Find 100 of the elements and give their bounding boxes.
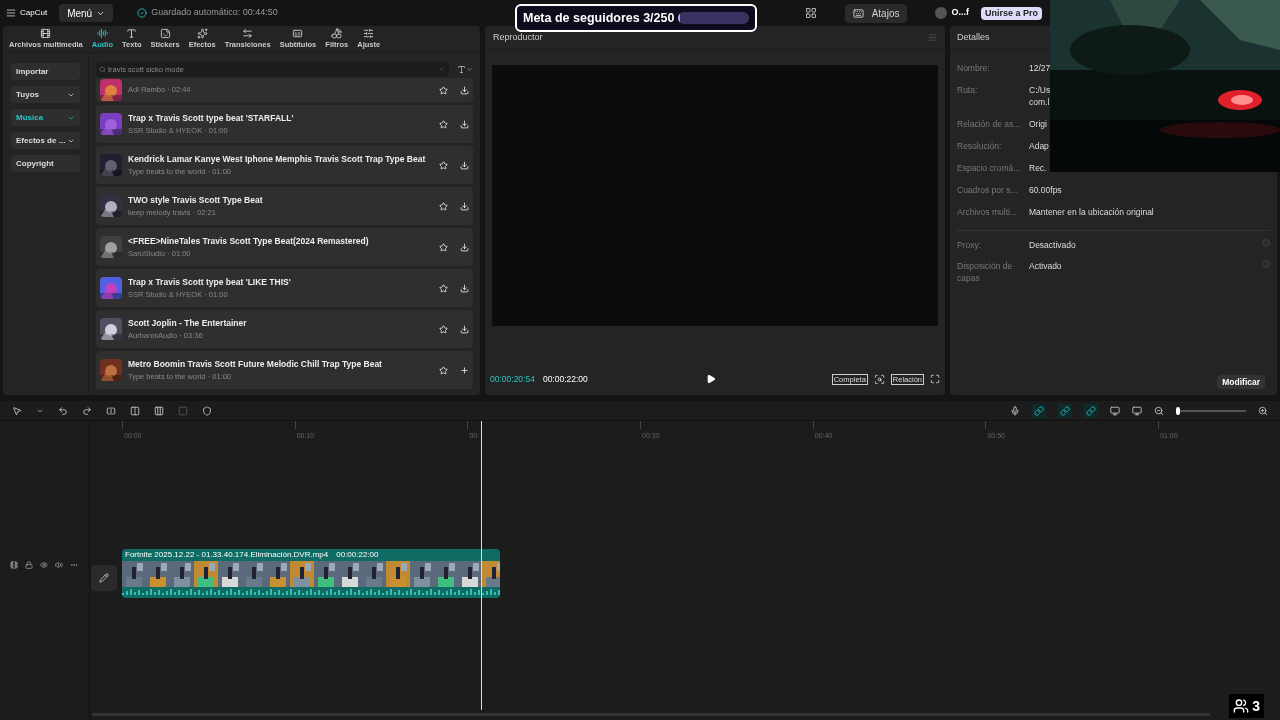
current-time: 00:00:20:54: [490, 372, 535, 386]
menu-button[interactable]: Menú: [59, 4, 114, 22]
tab-icon: [40, 27, 52, 39]
video-clip[interactable]: Fortnite 2025.12.22 - 01.33.40.174.Eliminación.DVR.mp4 00:00:22:00: [122, 549, 500, 598]
song-title: Scott Joplin - The Entertainer: [128, 317, 248, 330]
detail-value: com.l: [1029, 96, 1051, 108]
text-size-button[interactable]: [457, 65, 473, 74]
shield-icon[interactable]: [202, 405, 212, 416]
download-icon[interactable]: [460, 85, 469, 95]
favorite-icon[interactable]: [439, 201, 448, 211]
favorite-icon[interactable]: [439, 365, 448, 375]
song-title: Metro Boomin Travis Scott Future Melodic Chill Trap Type Beat: [128, 358, 383, 371]
zoom-out-icon[interactable]: [1154, 405, 1164, 416]
avatar-icon: [935, 7, 948, 19]
category-item[interactable]: Importar: [11, 63, 80, 80]
tab-icon: [242, 27, 254, 39]
favorite-icon[interactable]: [439, 119, 448, 129]
layout-icon[interactable]: [804, 7, 817, 19]
tab-icon: [96, 27, 108, 39]
detail-value: Desactivado: [1029, 239, 1077, 252]
split-icon[interactable]: [106, 405, 116, 416]
keyboard-icon: [852, 7, 864, 19]
add-icon[interactable]: [460, 365, 469, 375]
link-icon[interactable]: [1032, 403, 1046, 418]
trim-right-icon[interactable]: [154, 405, 164, 416]
detail-label: Archivos multi...: [957, 206, 1018, 218]
check-icon: [137, 8, 148, 18]
download-icon[interactable]: [460, 324, 469, 334]
modify-button[interactable]: Modificar: [1217, 375, 1265, 389]
microphone-icon[interactable]: [1010, 405, 1020, 416]
detail-value: Origi: [1029, 118, 1047, 130]
song-title: Kendrick Lamar Kanye West Iphone Memphis Travis Scott Trap Type Beat: [128, 153, 427, 166]
total-time: 00:00:22:00: [542, 372, 588, 386]
link-icon[interactable]: [1058, 403, 1072, 418]
favorite-icon[interactable]: [439, 242, 448, 252]
zoom-icon[interactable]: [873, 373, 885, 385]
song-title: Trap x Travis Scott type beat 'STARFALL': [128, 112, 295, 125]
favorite-icon[interactable]: [439, 160, 448, 170]
cover-icon[interactable]: [10, 561, 18, 569]
more-icon[interactable]: [70, 561, 78, 569]
category-item[interactable]: Efectos de ...: [11, 132, 80, 149]
lock-icon[interactable]: [25, 561, 33, 569]
clip-duration: 00:00:22:00: [336, 549, 379, 561]
song-title: TWO style Travis Scott Type Beat: [128, 194, 264, 207]
detail-label: Nombre:: [957, 62, 991, 74]
screen-icon[interactable]: [1132, 405, 1142, 416]
favorite-icon[interactable]: [439, 324, 448, 334]
zoom-slider-thumb[interactable]: [1176, 406, 1181, 415]
download-icon[interactable]: [460, 283, 469, 293]
tab-icon: [196, 27, 208, 39]
detail-label: Proxy:: [957, 239, 983, 252]
volume-icon[interactable]: [55, 561, 63, 569]
detail-value: Mantener en la ubicación original: [1029, 206, 1154, 218]
detail-label: Resolución:: [957, 140, 1003, 152]
favorite-icon[interactable]: [439, 283, 448, 293]
undo-icon[interactable]: [58, 405, 68, 416]
link-icon[interactable]: [1084, 403, 1098, 418]
chevron-icon: [466, 66, 473, 73]
category-item[interactable]: Tuyos: [11, 86, 80, 103]
edit-cover-button[interactable]: [91, 565, 117, 591]
detail-value: 12/27: [1029, 62, 1051, 74]
autosave-status: Guardado automático: 00:44:50: [151, 6, 278, 20]
trim-left-icon[interactable]: [130, 405, 140, 416]
users-icon: [1233, 698, 1250, 714]
eye-icon[interactable]: [40, 561, 48, 569]
zoom-in-icon[interactable]: [1258, 405, 1268, 416]
download-icon[interactable]: [460, 160, 469, 170]
panel-title: Reproductor: [493, 30, 543, 44]
clip-name: Fortnite 2025.12.22 - 01.33.40.174.Eliminación.DVR.mp4: [125, 549, 329, 561]
detail-label: Disposición de capas: [957, 259, 1014, 284]
category-item[interactable]: Música: [11, 109, 80, 126]
panel-title: Detalles: [957, 30, 990, 44]
download-icon[interactable]: [460, 119, 469, 129]
detail-value: Rec.: [1029, 162, 1047, 174]
detail-value: 60.00fps: [1029, 184, 1062, 196]
detail-value: Adap: [1029, 140, 1049, 152]
pro-button[interactable]: Unirse a Pro: [980, 6, 1042, 20]
tab-icon: [292, 27, 304, 39]
detail-value: Activado: [1029, 259, 1063, 273]
app-logo: CapCut: [20, 7, 48, 19]
preview-icon[interactable]: [1110, 405, 1120, 416]
logo-icon: [6, 8, 16, 18]
detail-label: Relación de as...: [957, 118, 1022, 130]
detail-label: Espacio cromá...: [957, 162, 1022, 174]
category-item[interactable]: Copyright: [11, 155, 80, 172]
user-name[interactable]: O...f: [951, 6, 969, 20]
viewer-number: 3: [1252, 696, 1260, 716]
play-icon[interactable]: [705, 374, 716, 384]
tab-icon: [363, 27, 375, 39]
fullscreen-icon[interactable]: [930, 374, 940, 384]
download-icon[interactable]: [460, 242, 469, 252]
redo-icon[interactable]: [82, 405, 92, 416]
detail-value: C:/Us: [1029, 84, 1051, 96]
detail-label: Cuadros por s...: [957, 184, 1019, 196]
tab-icon: [159, 27, 171, 39]
download-icon[interactable]: [460, 201, 469, 211]
pointer-icon[interactable]: [12, 405, 22, 416]
favorite-icon[interactable]: [439, 85, 448, 95]
shortcuts-button[interactable]: Atajos: [844, 3, 908, 23]
detail-label: Ruta:: [957, 84, 979, 97]
